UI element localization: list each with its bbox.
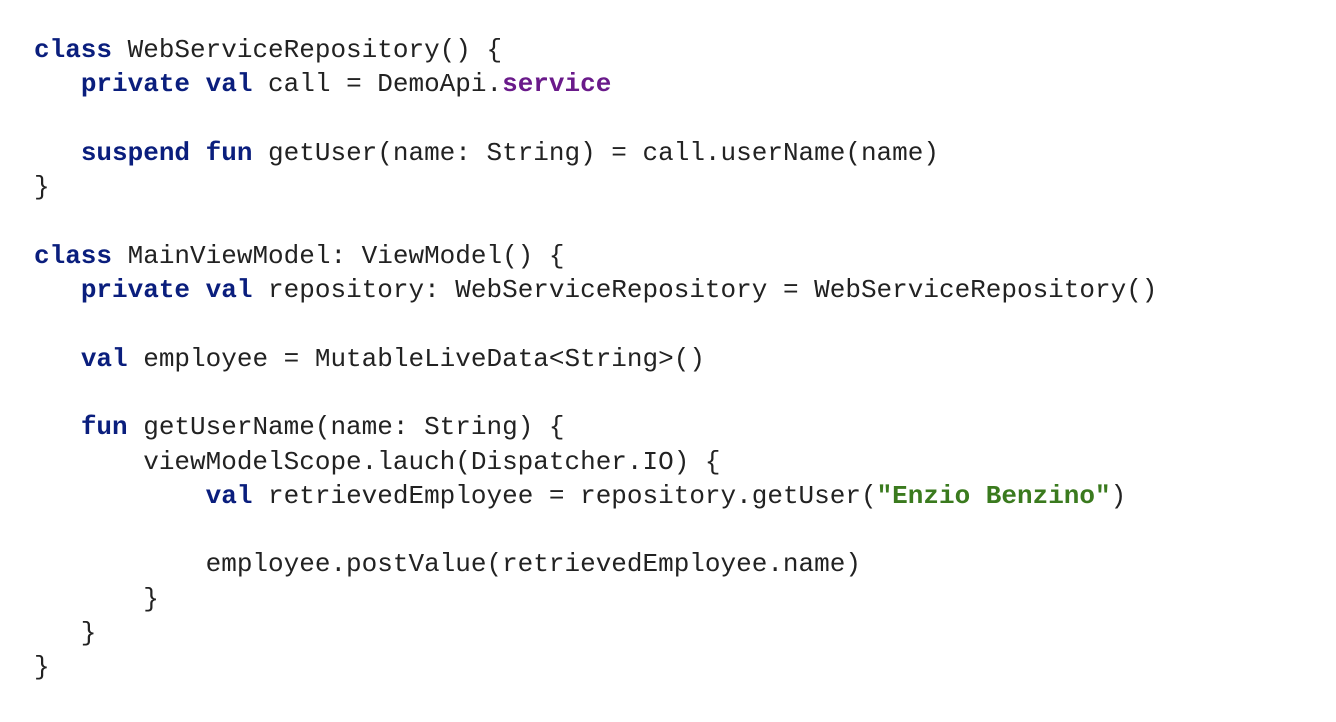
code-property: service — [502, 69, 612, 100]
code-line: class MainViewModel: ViewModel() { — [34, 239, 1157, 273]
code-keyword: val — [205, 480, 253, 511]
code-text: employee = MutableLiveData<String>() — [127, 343, 705, 374]
code-text: retrievedEmployee = repository.getUser( — [252, 480, 877, 511]
code-keyword: fun — [80, 412, 128, 443]
code-line: } — [34, 616, 1157, 650]
code-text: repository: WebServiceRepository = WebSe… — [252, 275, 1158, 306]
code-text: } — [34, 583, 159, 614]
code-string: "Enzio Benzino" — [876, 480, 1111, 511]
code-line: val employee = MutableLiveData<String>() — [34, 342, 1157, 376]
code-text: call = DemoApi. — [252, 69, 503, 100]
code-text: } — [34, 652, 50, 683]
code-line: private val repository: WebServiceReposi… — [34, 273, 1158, 307]
code-keyword: suspend fun — [80, 137, 253, 168]
code-text: WebServiceRepository() { — [112, 35, 503, 65]
code-line: class WebServiceRepository() { — [34, 33, 1157, 67]
code-line: fun getUserName(name: String) { — [34, 410, 1157, 444]
code-text: } — [34, 172, 50, 203]
code-line: suspend fun getUser(name: String) = call… — [34, 136, 1157, 170]
code-text: getUser(name: String) = call.userName(na… — [252, 137, 939, 168]
code-line: } — [34, 170, 1157, 204]
code-line: val retrievedEmployee = repository.getUs… — [34, 479, 1157, 513]
code-block: class WebServiceRepository() { private v… — [34, 33, 1157, 685]
code-text: MainViewModel: ViewModel() { — [112, 240, 565, 271]
code-keyword: private val — [80, 69, 253, 100]
code-text: employee.postValue(retrievedEmployee.nam… — [34, 549, 861, 580]
code-keyword: val — [80, 343, 128, 374]
code-text: viewModelScope.lauch(Dispatcher.IO) { — [34, 446, 721, 477]
code-line: viewModelScope.lauch(Dispatcher.IO) { — [34, 445, 1157, 479]
code-text: getUserName(name: String) { — [127, 412, 565, 443]
code-text: ) — [1110, 480, 1127, 511]
code-keyword: private val — [80, 275, 253, 306]
code-keyword: class — [34, 35, 113, 65]
code-line: employee.postValue(retrievedEmployee.nam… — [34, 547, 1157, 581]
code-line: private val call = DemoApi.service — [34, 67, 1157, 101]
code-keyword: class — [34, 240, 113, 271]
code-text: } — [34, 618, 97, 649]
code-line: } — [34, 582, 1157, 616]
code-line: } — [34, 650, 1157, 684]
